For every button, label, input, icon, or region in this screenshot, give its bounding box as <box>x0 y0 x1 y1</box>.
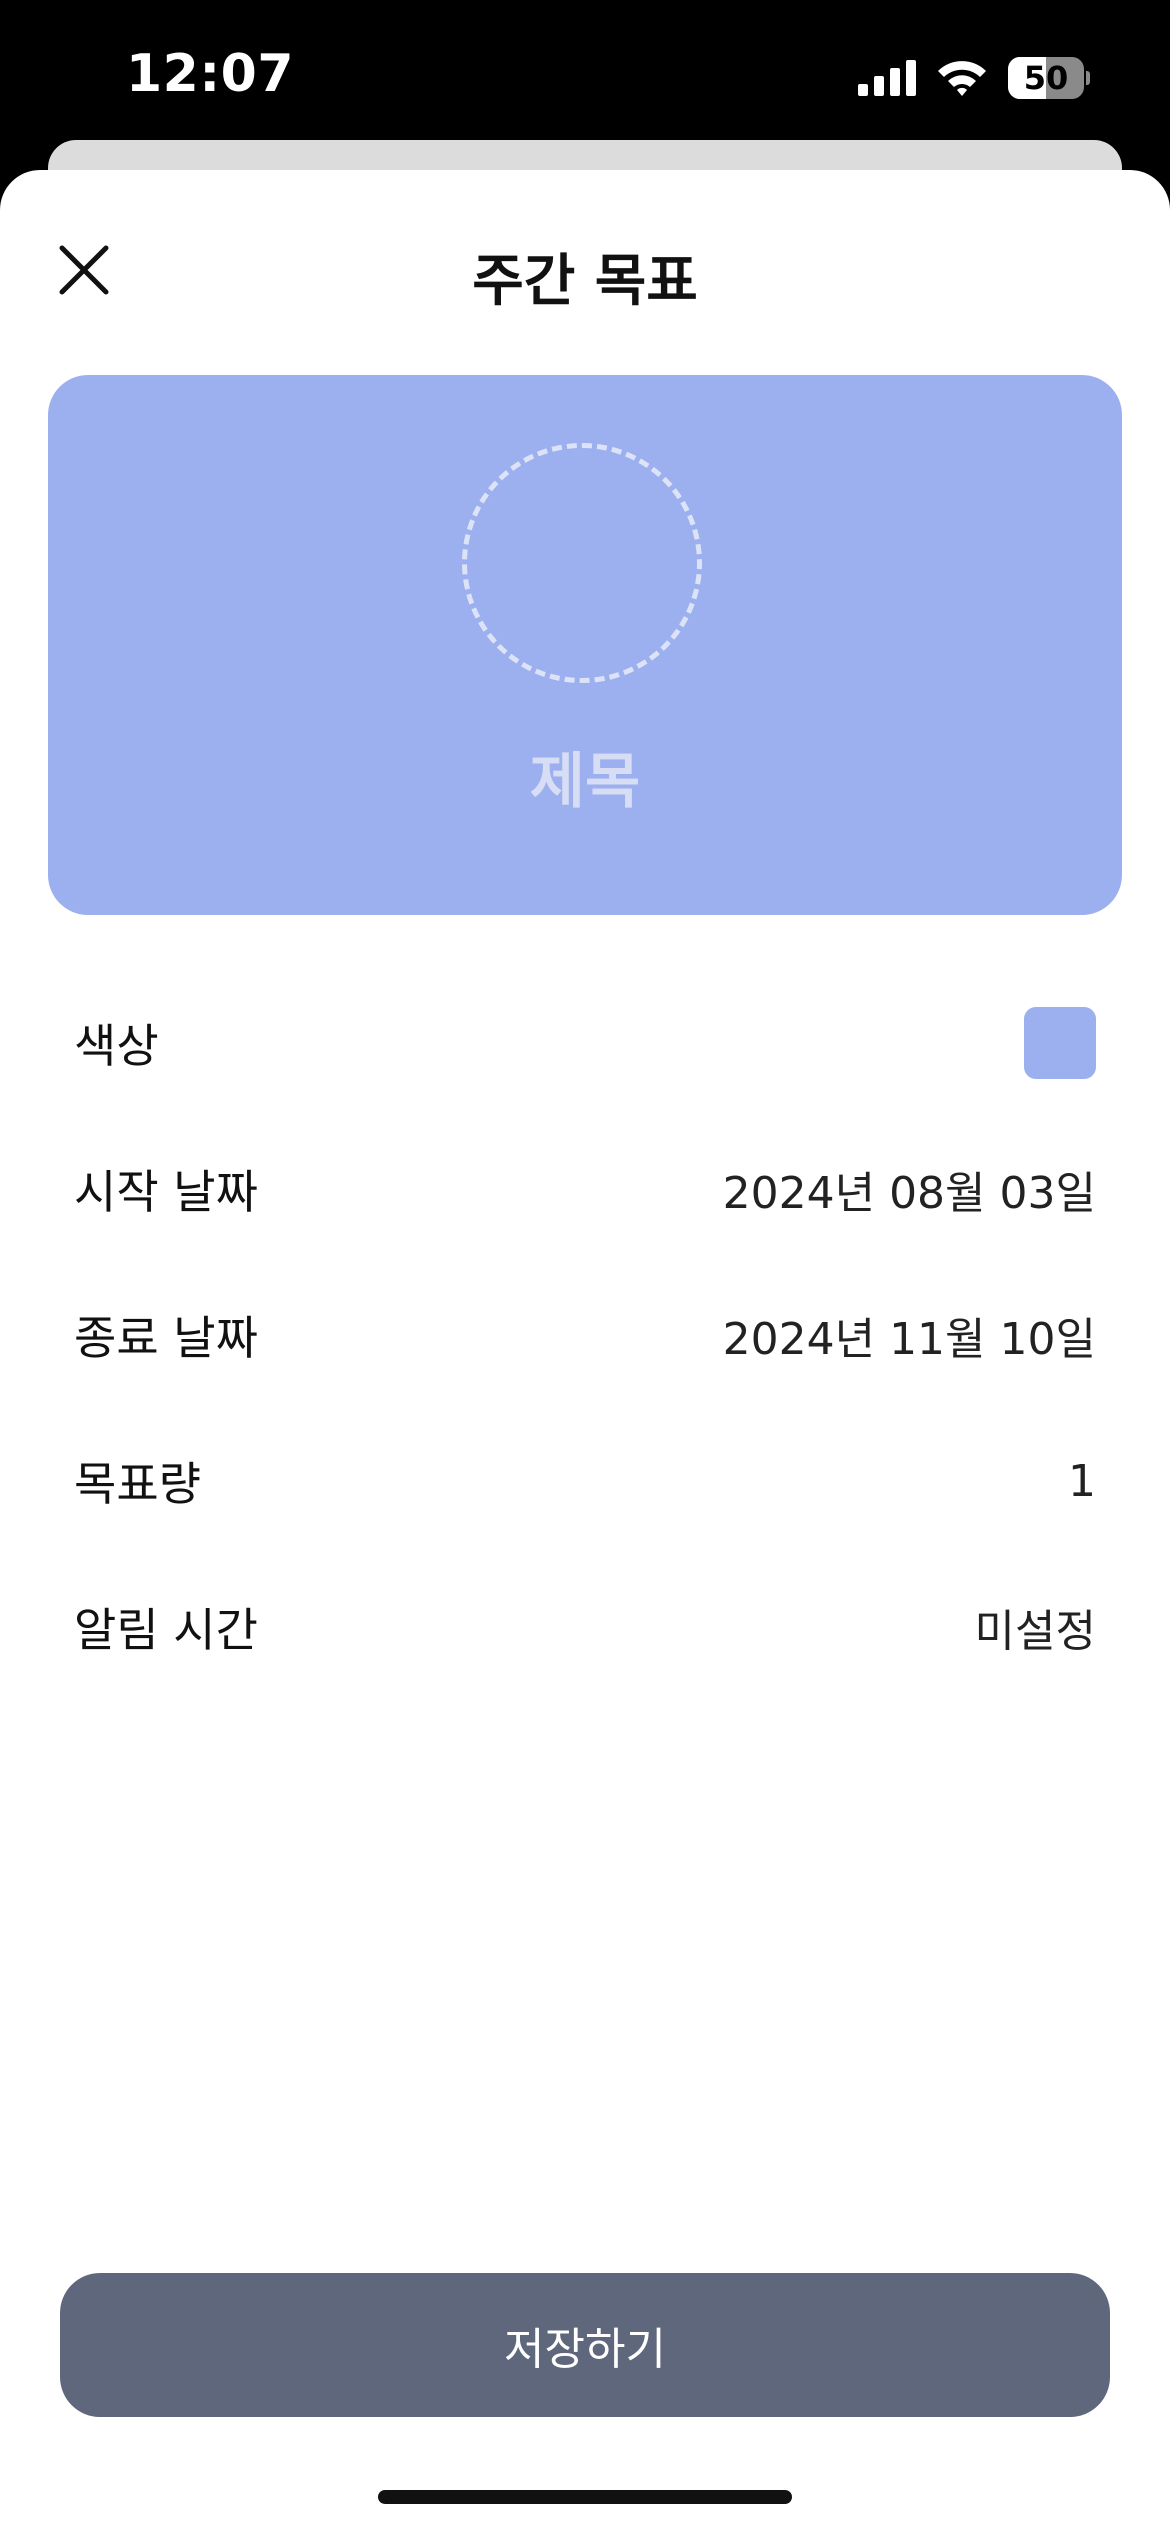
alarm-time-value: 미설정 <box>974 1606 1096 1657</box>
settings-list: 색상 시작 날짜 2024년 08월 03일 종료 날짜 2024년 11월 1… <box>0 970 1170 1700</box>
goal-preview-card: 제목 <box>48 375 1122 915</box>
wifi-icon <box>938 61 986 96</box>
title-placeholder[interactable]: 제목 <box>48 733 1122 820</box>
color-row[interactable]: 색상 <box>0 970 1170 1116</box>
end-date-label: 종료 날짜 <box>74 1311 258 1365</box>
target-amount-value: 1 <box>1068 1455 1096 1507</box>
alarm-time-label: 알림 시간 <box>74 1603 258 1657</box>
color-label: 색상 <box>74 1019 159 1073</box>
start-date-label: 시작 날짜 <box>74 1165 258 1219</box>
cellular-signal-icon <box>858 60 916 96</box>
end-date-value: 2024년 11월 10일 <box>722 1314 1096 1365</box>
status-time: 12:07 <box>126 44 295 104</box>
start-date-row[interactable]: 시작 날짜 2024년 08월 03일 <box>0 1116 1170 1262</box>
color-swatch[interactable] <box>1024 1007 1096 1079</box>
alarm-time-row[interactable]: 알림 시간 미설정 <box>0 1554 1170 1700</box>
page-title: 주간 목표 <box>472 249 698 314</box>
save-button[interactable]: 저장하기 <box>60 2273 1110 2417</box>
battery-icon: 50 <box>1008 57 1090 99</box>
status-bar: 12:07 50 <box>0 0 1170 150</box>
target-amount-row[interactable]: 목표량 1 <box>0 1408 1170 1554</box>
target-amount-label: 목표량 <box>74 1457 201 1511</box>
status-icons: 50 <box>858 54 1090 102</box>
dashed-circle-icon[interactable] <box>462 443 702 683</box>
start-date-value: 2024년 08월 03일 <box>722 1168 1096 1219</box>
end-date-row[interactable]: 종료 날짜 2024년 11월 10일 <box>0 1262 1170 1408</box>
sheet-header: 주간 목표 <box>0 170 1170 390</box>
battery-level: 50 <box>1023 59 1069 97</box>
home-indicator <box>378 2490 792 2504</box>
weekly-goal-sheet: 주간 목표 제목 색상 시작 날짜 2024년 08월 03일 종료 날짜 20… <box>0 170 1170 2532</box>
